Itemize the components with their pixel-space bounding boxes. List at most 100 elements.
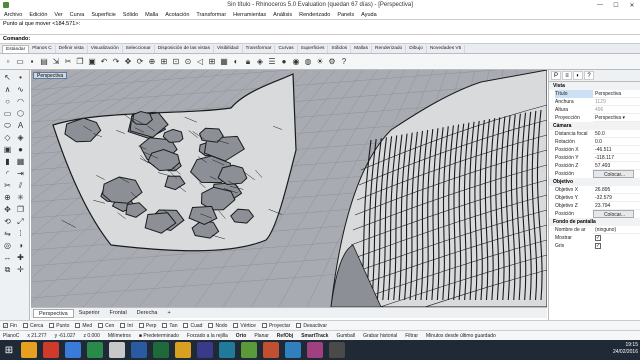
status-item[interactable]: RefObj xyxy=(277,333,293,339)
toolbar-tab[interactable]: Renderizado xyxy=(372,45,407,53)
close-button[interactable]: ✕ xyxy=(624,0,640,10)
maximize-button[interactable]: ☐ xyxy=(608,0,624,10)
import-icon[interactable]: ⇲ xyxy=(51,57,61,67)
array-icon[interactable]: ⁞ xyxy=(14,228,27,240)
scale-icon[interactable]: ⤢ xyxy=(14,216,27,228)
viewport-title[interactable]: Perspectiva xyxy=(33,72,68,79)
cut-icon[interactable]: ✂ xyxy=(63,57,73,67)
viewport-tab[interactable]: Perspectiva xyxy=(33,308,74,318)
join-icon[interactable]: ⊕ xyxy=(1,192,14,204)
toolbar-tab[interactable]: Definir vista xyxy=(56,45,88,53)
command-prompt[interactable]: Comando: xyxy=(0,34,640,44)
mirror-icon[interactable]: ⇋ xyxy=(1,228,14,240)
render-icon[interactable]: ◉ xyxy=(291,57,301,67)
rectangle-icon[interactable]: ▭ xyxy=(1,108,14,120)
osnap-checkbox[interactable] xyxy=(75,323,81,328)
shaded-mode-icon[interactable]: ● xyxy=(279,57,289,67)
place-button[interactable]: Colocar... xyxy=(593,210,634,218)
menu-item[interactable]: Acotación xyxy=(165,12,189,18)
toolbar-tab[interactable]: Estándar xyxy=(2,45,30,53)
transform-icon[interactable]: ⧉ xyxy=(1,264,14,276)
copy-icon[interactable]: ❐ xyxy=(75,57,85,67)
rotate-icon[interactable]: ⟲ xyxy=(1,216,14,228)
circle-icon[interactable]: ○ xyxy=(1,96,14,108)
checkbox[interactable]: ✓ xyxy=(595,243,601,249)
redo-icon[interactable]: ↷ xyxy=(111,57,121,67)
gumball-icon[interactable]: ✛ xyxy=(14,264,27,276)
menu-item[interactable]: Ayuda xyxy=(361,12,377,18)
osnap-desactivar[interactable]: Desactivar xyxy=(296,323,327,329)
undo-icon[interactable]: ↶ xyxy=(99,57,109,67)
boolean-difference-icon[interactable]: ◑ xyxy=(14,240,27,252)
property-value[interactable]: (ninguno) xyxy=(593,226,640,234)
osnap-proyectar[interactable]: Proyectar xyxy=(261,323,290,329)
taskbar-app-icon[interactable] xyxy=(109,342,125,358)
minimize-button[interactable]: — xyxy=(592,0,608,10)
osnap-checkbox[interactable] xyxy=(49,323,55,328)
hide-objects-icon[interactable]: ◐ xyxy=(231,57,241,67)
property-value[interactable]: -46.511 xyxy=(593,146,640,154)
status-item[interactable]: Gumball xyxy=(336,333,355,339)
osnap-checkbox[interactable] xyxy=(296,323,302,328)
ellipse-icon[interactable]: ⬭ xyxy=(1,120,14,132)
sphere-icon[interactable]: ● xyxy=(14,144,27,156)
fillet-icon[interactable]: ◜ xyxy=(1,168,14,180)
taskbar-app-icon[interactable] xyxy=(65,342,81,358)
property-value[interactable]: -32.579 xyxy=(593,194,640,202)
start-button[interactable]: ⊞ xyxy=(0,340,18,360)
taskbar-app-icon[interactable] xyxy=(329,342,345,358)
move-icon[interactable]: ✥ xyxy=(1,204,14,216)
menu-item[interactable]: Análisis xyxy=(273,12,292,18)
lock-objects-icon[interactable]: 🔒︎ xyxy=(243,57,253,67)
point-icon[interactable]: • xyxy=(14,72,27,84)
property-value[interactable]: 23.794 xyxy=(593,202,640,210)
status-item[interactable]: Orto xyxy=(236,333,247,339)
taskbar-app-icon[interactable] xyxy=(263,342,279,358)
menu-item[interactable]: Archivo xyxy=(4,12,22,18)
osnap-checkbox[interactable] xyxy=(120,323,126,328)
viewport-tab[interactable]: Superior xyxy=(74,309,105,318)
curve-icon[interactable]: ∿ xyxy=(14,84,27,96)
property-value[interactable]: 57.493 xyxy=(593,162,640,170)
light-icon[interactable]: ☀ xyxy=(315,57,325,67)
taskbar-app-icon[interactable] xyxy=(219,342,235,358)
menu-item[interactable]: Malla xyxy=(145,12,158,18)
layers-tab-icon[interactable]: ≡ xyxy=(562,71,572,80)
place-button[interactable]: Colocar... xyxy=(593,170,634,178)
paste-icon[interactable]: ▣ xyxy=(87,57,97,67)
osnap-med[interactable]: Med xyxy=(75,323,92,329)
taskbar-app-icon[interactable] xyxy=(43,342,59,358)
menu-item[interactable]: Sólido xyxy=(123,12,138,18)
text-icon[interactable]: A xyxy=(14,120,27,132)
osnap-checkbox[interactable] xyxy=(162,323,168,328)
osnap-punto[interactable]: Punto xyxy=(49,323,69,329)
osnap-checkbox[interactable] xyxy=(138,323,144,328)
toolbar-tab[interactable]: Mallas xyxy=(351,45,373,53)
options-icon[interactable]: ⚙ xyxy=(327,57,337,67)
taskbar-app-icon[interactable] xyxy=(307,342,323,358)
help-icon[interactable]: ? xyxy=(339,57,349,67)
voronoi-lattice-mesh[interactable] xyxy=(52,73,297,252)
toolbar-tab[interactable]: Visibilidad xyxy=(214,45,243,53)
osnap-nodo[interactable]: Nodo xyxy=(208,323,227,329)
osnap-checkbox[interactable] xyxy=(261,323,267,328)
viewport-tab[interactable]: Frontal xyxy=(105,309,132,318)
new-file-icon[interactable]: ▫ xyxy=(3,57,13,67)
viewport-tab[interactable]: Derecha xyxy=(132,309,163,318)
osnap-cerca[interactable]: Cerca xyxy=(22,323,43,329)
add-viewport-tab-button[interactable]: + xyxy=(162,309,175,318)
taskbar-app-icon[interactable] xyxy=(241,342,257,358)
toolbar-tab[interactable]: Visualización xyxy=(88,45,123,53)
osnap-int[interactable]: Int xyxy=(120,323,133,329)
rotate-view-icon[interactable]: ⟳ xyxy=(135,57,145,67)
checkbox[interactable]: ✓ xyxy=(595,235,601,241)
menu-item[interactable]: Superficie xyxy=(91,12,115,18)
split-icon[interactable]: ⫽ xyxy=(14,180,27,192)
open-file-icon[interactable]: ▭ xyxy=(15,57,25,67)
property-value[interactable]: -118.117 xyxy=(593,154,640,162)
osnap-checkbox[interactable] xyxy=(233,323,239,328)
explode-icon[interactable]: ✳ xyxy=(14,192,27,204)
osnap-tan[interactable]: Tan xyxy=(162,323,177,329)
cylinder-icon[interactable]: ▮ xyxy=(1,156,14,168)
select-arrow-icon[interactable]: ↖ xyxy=(1,72,14,84)
